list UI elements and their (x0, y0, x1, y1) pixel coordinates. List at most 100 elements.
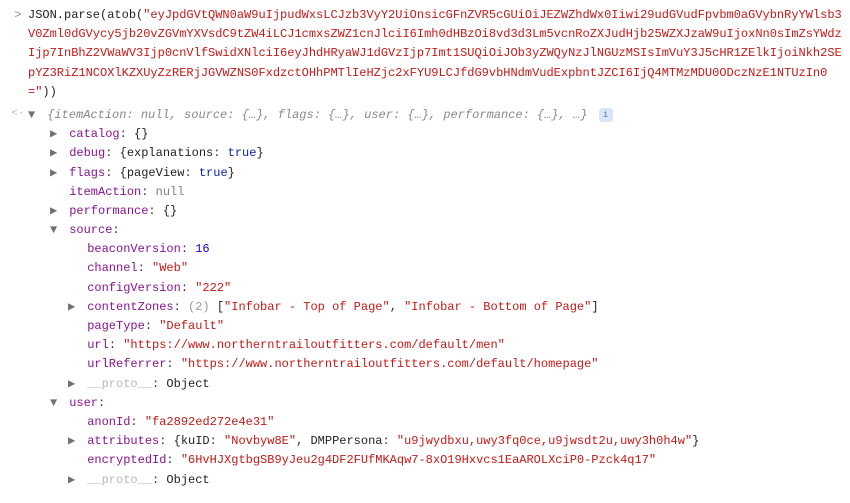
tree-row-anonid[interactable]: ▶ anonId: "fa2892ed272e4e31" (32, 413, 842, 432)
tree-row-user[interactable]: ▼ user: (32, 394, 842, 413)
val-beaconversion: 16 (195, 242, 209, 256)
tree-row-contentzones[interactable]: ▶ contentZones: (2) ["Infobar - Top of P… (32, 298, 842, 317)
chevron-right-icon[interactable]: ▶ (50, 144, 60, 163)
val-catalog: {} (134, 127, 148, 141)
summary-val-4: {…} (537, 108, 559, 122)
chevron-down-icon[interactable]: ▼ (50, 221, 60, 240)
chevron-down-icon[interactable]: ▼ (50, 394, 60, 413)
summary-key-4: performance (443, 108, 522, 122)
summary-val-3: {…} (407, 108, 429, 122)
tree-row-beaconversion[interactable]: ▶ beaconVersion: 16 (32, 240, 842, 259)
summary-key-1: source (184, 108, 227, 122)
tree-row-itemaction[interactable]: ▶ itemAction: null (32, 183, 842, 202)
key-source: source (69, 223, 112, 237)
tree-row-pagetype[interactable]: ▶ pageType: "Default" (32, 317, 842, 336)
key-flags: flags (69, 166, 105, 180)
summary-ellipsis: , … (559, 108, 581, 122)
tree-row-encryptedid[interactable]: ▶ encryptedId: "6HvHJXgtbgSB9yJeu2g4DF2F… (32, 451, 842, 470)
key-catalog: catalog (69, 127, 119, 141)
summary-val-2: {…} (328, 108, 350, 122)
key-pagetype: pageType (87, 319, 145, 333)
chevron-right-icon[interactable]: ▶ (68, 298, 78, 317)
flags-pageview-val: true (199, 166, 228, 180)
chevron-right-icon[interactable]: ▶ (68, 471, 78, 490)
bracket-close: ] (591, 300, 598, 314)
key-performance: performance (69, 204, 148, 218)
code-suffix: )) (42, 85, 56, 99)
val-proto-object: Object (166, 473, 209, 487)
tree-row-urlreferrer[interactable]: ▶ urlReferrer: "https://www.northerntrai… (32, 355, 842, 374)
chevron-down-icon[interactable]: ▼ (28, 106, 38, 125)
tree-row-url[interactable]: ▶ url: "https://www.northerntrailoutfitt… (32, 336, 842, 355)
val-url: "https://www.northerntrailoutfitters.com… (123, 338, 505, 352)
contentzones-count: (2) (188, 300, 210, 314)
key-encryptedid: encryptedId (87, 453, 166, 467)
tree-row-debug[interactable]: ▶ debug: {explanations: true} (32, 144, 842, 163)
code-arg: "eyJpdGVtQWN0aW9uIjpudWxsLCJzb3VyY2UiOns… (28, 8, 842, 99)
code-prefix: JSON.parse(atob( (28, 8, 143, 22)
key-anonid: anonId (87, 415, 130, 429)
key-user: user (69, 396, 98, 410)
input-prompt-icon: > (8, 6, 28, 25)
tree-row-source-proto[interactable]: ▶ __proto__: Object (32, 375, 842, 394)
summary-key-0: itemAction (54, 108, 126, 122)
chevron-right-icon[interactable]: ▶ (50, 202, 60, 221)
val-itemaction: null (156, 185, 185, 199)
console-input-row: > JSON.parse(atob("eyJpdGVtQWN0aW9uIjpud… (8, 4, 842, 104)
bracket-open: [ (217, 300, 224, 314)
key-urlreferrer: urlReferrer (87, 357, 166, 371)
val-urlreferrer: "https://www.northerntrailoutfitters.com… (181, 357, 599, 371)
key-contentzones: contentZones (87, 300, 173, 314)
tree-row-attributes[interactable]: ▶ attributes: {kuID: "Novbyw8E", DMPPers… (32, 432, 842, 451)
contentzones-v2: "Infobar - Bottom of Page" (404, 300, 591, 314)
tree-row-performance[interactable]: ▶ performance: {} (32, 202, 842, 221)
brace-open: { (174, 434, 181, 448)
attr-kuID-key: kuID (181, 434, 210, 448)
val-proto-object: Object (166, 377, 209, 391)
debug-explanations-key: explanations (127, 146, 213, 160)
chevron-right-icon[interactable]: ▶ (50, 164, 60, 183)
val-pagetype: "Default" (159, 319, 224, 333)
val-channel: "Web" (152, 261, 188, 275)
chevron-right-icon[interactable]: ▶ (68, 375, 78, 394)
attr-dmp-key: DMPPersona (310, 434, 382, 448)
key-proto: __proto__ (87, 473, 152, 487)
key-channel: channel (87, 261, 137, 275)
key-itemaction: itemAction (69, 185, 141, 199)
output-prompt-icon: <· (8, 106, 28, 124)
tree-row-channel[interactable]: ▶ channel: "Web" (32, 259, 842, 278)
debug-explanations-val: true (228, 146, 257, 160)
attr-kuID-val: "Novbyw8E" (224, 434, 296, 448)
contentzones-v1: "Infobar - Top of Page" (224, 300, 390, 314)
summary-key-2: flags (278, 108, 314, 122)
summary-val-1: {…} (242, 108, 264, 122)
brace-close: } (692, 434, 699, 448)
summary-key-3: user (364, 108, 393, 122)
chevron-right-icon[interactable]: ▶ (68, 432, 78, 451)
console-output-row: <· ▼ {itemAction: null, source: {…}, fla… (8, 104, 842, 492)
val-configversion: "222" (195, 281, 231, 295)
val-anonid: "fa2892ed272e4e31" (145, 415, 275, 429)
tree-row-user-proto[interactable]: ▶ __proto__: Object (32, 471, 842, 490)
tree-row-configversion[interactable]: ▶ configVersion: "222" (32, 279, 842, 298)
console-panel: > JSON.parse(atob("eyJpdGVtQWN0aW9uIjpud… (0, 0, 850, 496)
tree-row-catalog[interactable]: ▶ catalog: {} (32, 125, 842, 144)
attr-dmp-val: "u9jwydbxu,uwy3fq0ce,u9jwsdt2u,uwy3h0h4w… (397, 434, 692, 448)
key-proto: __proto__ (87, 377, 152, 391)
summary-val-0: null (141, 108, 170, 122)
brace-close: } (580, 108, 587, 122)
comma: , (390, 300, 404, 314)
console-input-code[interactable]: JSON.parse(atob("eyJpdGVtQWN0aW9uIjpudWx… (28, 6, 842, 102)
flags-pageview-key: pageView (127, 166, 185, 180)
tree-row-flags[interactable]: ▶ flags: {pageView: true} (32, 164, 842, 183)
key-configversion: configVersion (87, 281, 181, 295)
tree-row-source[interactable]: ▼ source: (32, 221, 842, 240)
output-summary[interactable]: ▼ {itemAction: null, source: {…}, flags:… (28, 106, 842, 125)
val-performance: {} (163, 204, 177, 218)
key-beaconversion: beaconVersion (87, 242, 181, 256)
key-url: url (87, 338, 109, 352)
console-output-content: ▼ {itemAction: null, source: {…}, flags:… (28, 106, 842, 490)
chevron-right-icon[interactable]: ▶ (50, 125, 60, 144)
key-attributes: attributes (87, 434, 159, 448)
info-icon[interactable]: i (599, 108, 613, 122)
